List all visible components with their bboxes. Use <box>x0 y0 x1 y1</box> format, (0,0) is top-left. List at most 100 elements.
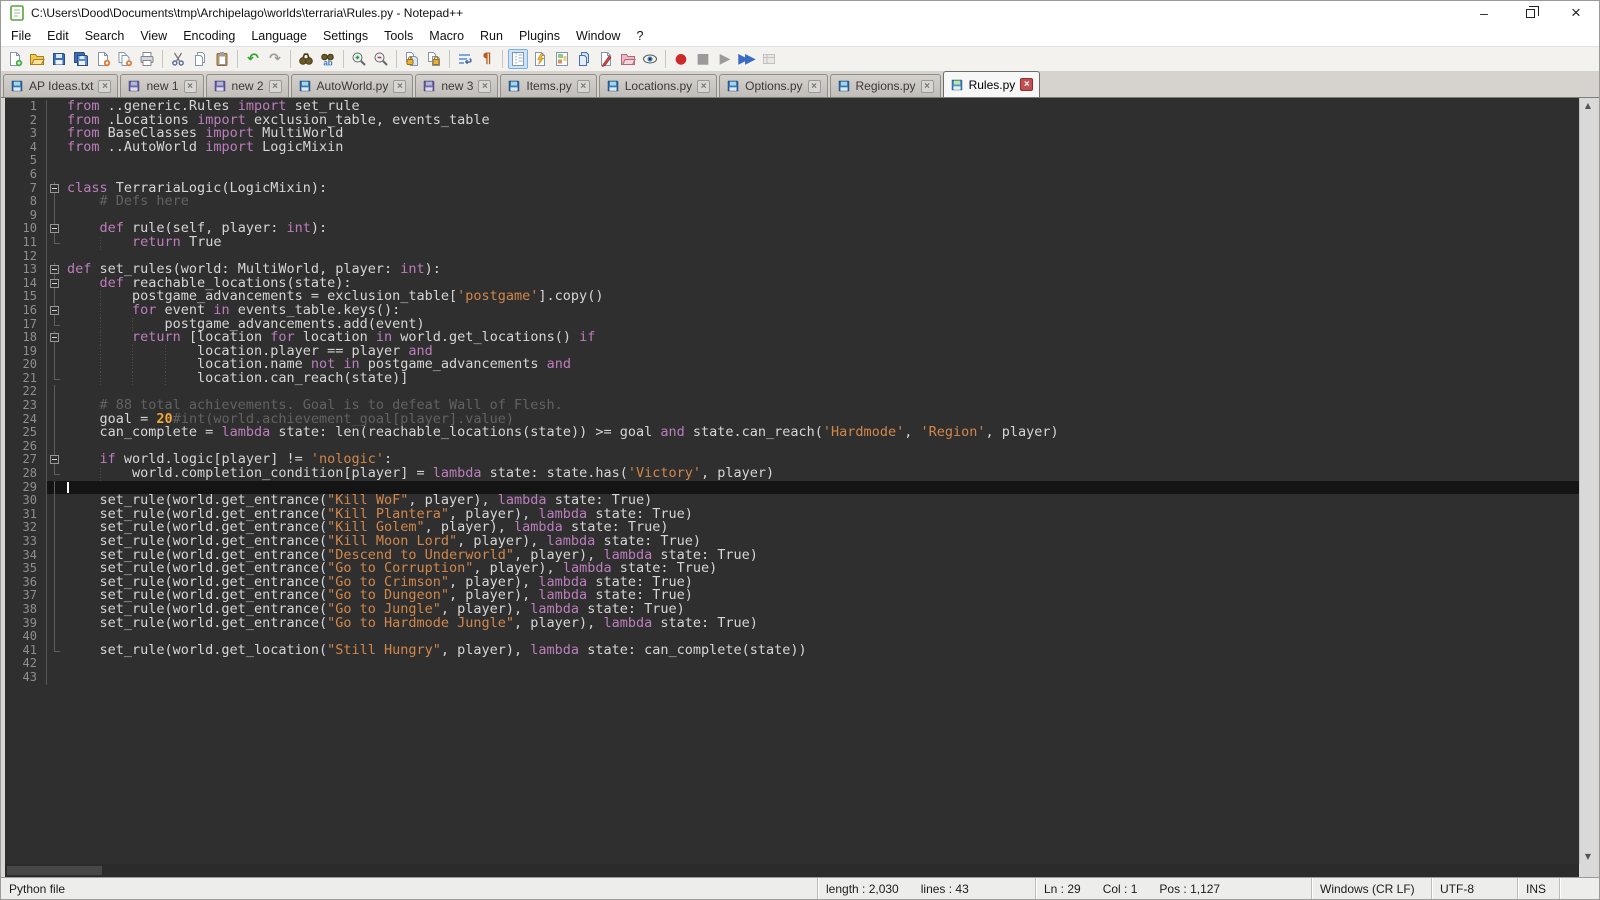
code-editor[interactable]: 1from ..generic.Rules import set_rule2fr… <box>5 98 1579 864</box>
menu-run[interactable]: Run <box>472 27 511 45</box>
tab-close-icon[interactable]: × <box>393 80 406 93</box>
tab-close-icon[interactable]: × <box>1020 78 1033 91</box>
open-file-icon[interactable] <box>27 49 47 69</box>
project-panel-icon[interactable] <box>618 49 638 69</box>
menu-language[interactable]: Language <box>243 27 315 45</box>
fold-box-marker[interactable] <box>47 222 64 236</box>
tab-close-icon[interactable]: × <box>478 80 491 93</box>
status-eol-format[interactable]: Windows (CR LF) <box>1311 878 1431 899</box>
save-icon[interactable] <box>49 49 69 69</box>
macro-record-icon[interactable]: ● <box>671 49 691 69</box>
code-line-11[interactable]: 11 return True <box>5 236 1579 250</box>
menu-window[interactable]: Window <box>568 27 628 45</box>
fold-box-marker[interactable] <box>47 331 64 345</box>
modified-doc-icon[interactable] <box>596 49 616 69</box>
close-all-icon[interactable] <box>115 49 135 69</box>
minimize-button[interactable]: – <box>1461 1 1507 25</box>
menu-encoding[interactable]: Encoding <box>175 27 243 45</box>
menu-plugins[interactable]: Plugins <box>511 27 568 45</box>
fold-box-marker[interactable] <box>47 453 64 467</box>
status-encoding[interactable]: UTF-8 <box>1431 878 1517 899</box>
tab-close-icon[interactable]: × <box>808 80 821 93</box>
tab-new-2[interactable]: new 2× <box>206 74 289 97</box>
fold-box-marker[interactable] <box>47 263 64 277</box>
tab-close-icon[interactable]: × <box>269 80 282 93</box>
print-icon[interactable] <box>137 49 157 69</box>
close-icon[interactable] <box>93 49 113 69</box>
macro-save-icon[interactable] <box>759 49 779 69</box>
fold-box-marker[interactable] <box>47 182 64 196</box>
code-line-28[interactable]: 28 world.completion_condition[player] = … <box>5 467 1579 481</box>
sync-scroll-v-icon[interactable] <box>402 49 422 69</box>
code-line-41[interactable]: 41 set_rule(world.get_location("Still Hu… <box>5 644 1579 658</box>
tab-options-py[interactable]: Options.py× <box>719 74 827 97</box>
indent-guide-icon[interactable] <box>508 49 528 69</box>
fold-line-marker <box>47 481 64 495</box>
zoom-in-icon[interactable] <box>349 49 369 69</box>
file-monitor-icon[interactable] <box>640 49 660 69</box>
document-map-icon[interactable] <box>552 49 572 69</box>
code-line-4[interactable]: 4from ..AutoWorld import LogicMixin <box>5 141 1579 155</box>
show-all-chars-icon[interactable]: ¶ <box>477 49 497 69</box>
sync-scroll-h-icon[interactable] <box>424 49 444 69</box>
tab-close-icon[interactable]: × <box>577 80 590 93</box>
macro-run-multiple-icon[interactable]: ▶▶ <box>737 49 757 69</box>
code-line-5[interactable]: 5 <box>5 154 1579 168</box>
horizontal-scroll-thumb[interactable] <box>7 866 102 875</box>
tab-locations-py[interactable]: Locations.py× <box>599 74 717 97</box>
fold-line-marker <box>47 290 64 304</box>
code-line-7[interactable]: 7class TerrariaLogic(LogicMixin): <box>5 182 1579 196</box>
save-all-icon[interactable] <box>71 49 91 69</box>
copy-icon[interactable] <box>190 49 210 69</box>
undo-icon[interactable]: ↶ <box>243 49 263 69</box>
menu-file[interactable]: File <box>3 27 39 45</box>
fold-box-marker[interactable] <box>47 277 64 291</box>
replace-icon[interactable]: ab <box>318 49 338 69</box>
code-line-10[interactable]: 10 def rule(self, player: int): <box>5 222 1579 236</box>
redo-icon[interactable]: ↷ <box>265 49 285 69</box>
cut-icon[interactable] <box>168 49 188 69</box>
code-line-21[interactable]: 21 location.can_reach(state)] <box>5 372 1579 386</box>
fold-box-marker[interactable] <box>47 304 64 318</box>
window-title: C:\Users\Dood\Documents\tmp\Archipelago\… <box>31 6 1461 20</box>
find-icon[interactable] <box>296 49 316 69</box>
tab-rules-py[interactable]: Rules.py× <box>943 71 1041 97</box>
scroll-up-arrow-icon[interactable]: ▲ <box>1585 98 1591 113</box>
new-file-icon[interactable] <box>5 49 25 69</box>
tab-ap-ideas-txt[interactable]: AP Ideas.txt× <box>3 74 118 97</box>
tab-close-icon[interactable]: × <box>184 80 197 93</box>
close-button[interactable]: × <box>1553 1 1599 25</box>
macro-play-icon[interactable]: ▶ <box>715 49 735 69</box>
paste-icon[interactable] <box>212 49 232 69</box>
menu-macro[interactable]: Macro <box>421 27 472 45</box>
macro-stop-icon[interactable]: ■ <box>693 49 713 69</box>
tab-close-icon[interactable]: × <box>98 80 111 93</box>
document-list-icon[interactable] <box>574 49 594 69</box>
menu-settings[interactable]: Settings <box>315 27 376 45</box>
code-line-39[interactable]: 39 set_rule(world.get_entrance("Go to Ha… <box>5 617 1579 631</box>
scroll-down-arrow-icon[interactable]: ▼ <box>1585 849 1591 864</box>
horizontal-scrollbar[interactable] <box>5 864 1579 877</box>
tab-regions-py[interactable]: Regions.py× <box>830 74 941 97</box>
status-typing-mode[interactable]: INS <box>1517 878 1559 899</box>
function-list-icon[interactable] <box>530 49 550 69</box>
restore-button[interactable] <box>1507 1 1553 25</box>
vertical-scrollbar[interactable]: ▲ ▼ <box>1579 98 1596 864</box>
tab-close-icon[interactable]: × <box>697 80 710 93</box>
zoom-out-icon[interactable] <box>371 49 391 69</box>
menu-edit[interactable]: Edit <box>39 27 77 45</box>
tab-items-py[interactable]: Items.py× <box>500 74 596 97</box>
code-line-25[interactable]: 25 can_complete = lambda state: len(reac… <box>5 426 1579 440</box>
menu-help[interactable]: ? <box>628 27 651 45</box>
tab-new-3[interactable]: new 3× <box>415 74 498 97</box>
menu-search[interactable]: Search <box>77 27 133 45</box>
tab-autoworld-py[interactable]: AutoWorld.py× <box>291 74 414 97</box>
menu-tools[interactable]: Tools <box>376 27 421 45</box>
code-line-43[interactable]: 43 <box>5 671 1579 685</box>
code-line-42[interactable]: 42 <box>5 657 1579 671</box>
word-wrap-icon[interactable] <box>455 49 475 69</box>
tab-new-1[interactable]: new 1× <box>120 74 203 97</box>
code-line-8[interactable]: 8 # Defs here <box>5 195 1579 209</box>
tab-close-icon[interactable]: × <box>921 80 934 93</box>
menu-view[interactable]: View <box>132 27 175 45</box>
